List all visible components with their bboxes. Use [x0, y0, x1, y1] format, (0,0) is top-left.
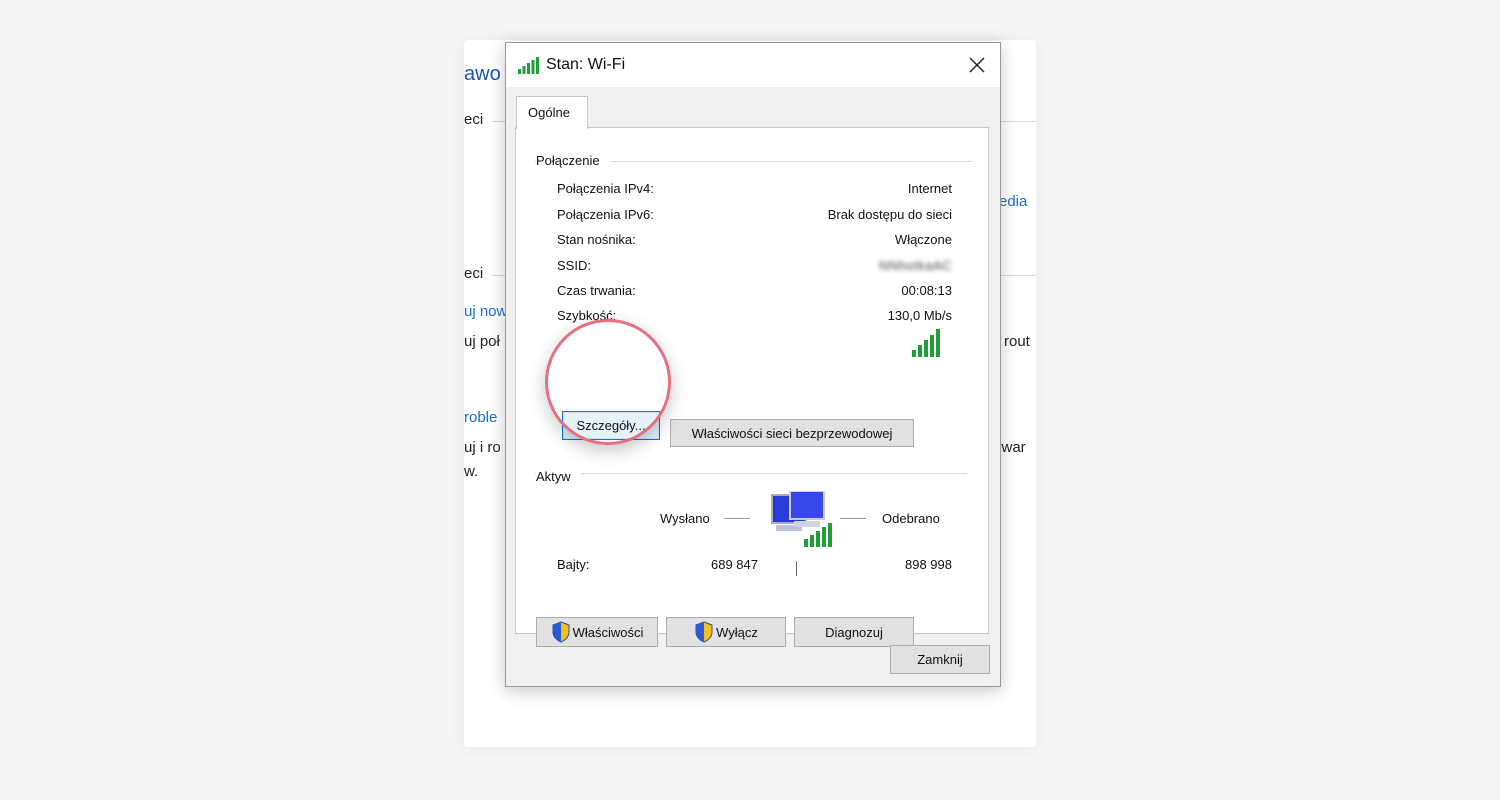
ipv4-value: Internet: [907, 181, 952, 196]
background-text: rout: [1004, 333, 1030, 350]
background-setup-link[interactable]: uj now: [464, 303, 507, 320]
network-computers-icon: [771, 491, 832, 547]
disable-button-label: Wyłącz: [716, 624, 758, 640]
ssid-value-blurred: NNhotkaAC: [878, 258, 952, 273]
close-dialog-button[interactable]: Zamknij: [890, 645, 990, 674]
speed-value: 130,0 Mb/s: [887, 308, 952, 323]
media-state-value: Włączone: [894, 232, 952, 247]
media-state-label: Stan nośnika:: [557, 232, 636, 247]
duration-label: Czas trwania:: [557, 283, 636, 298]
received-connector-line: [840, 518, 866, 519]
background-section-heading: eci: [464, 111, 484, 128]
duration-value: 00:08:13: [901, 283, 952, 298]
background-text: uj poł: [464, 333, 500, 350]
ssid-label: SSID:: [557, 258, 591, 273]
background-divider: [492, 121, 506, 122]
received-label: Odebrano: [882, 511, 940, 526]
background-divider: [1000, 275, 1036, 276]
close-icon[interactable]: [954, 43, 1000, 87]
ipv6-value: Brak dostępu do sieci: [827, 207, 952, 222]
wifi-signal-icon: [518, 57, 539, 74]
properties-button-label: Właściwości: [572, 624, 644, 640]
bytes-label: Bajty:: [557, 557, 590, 572]
wifi-signal-bars-icon: [912, 329, 940, 357]
ipv4-label: Połączenia IPv4:: [557, 181, 654, 196]
activity-divider: [796, 561, 797, 576]
general-tab-panel: Połączenie Połączenia IPv4: Internet Poł…: [515, 127, 989, 647]
speed-label: Szybkość:: [557, 308, 617, 323]
wifi-status-dialog: Stan: Wi-Fi Ogólne Połączenie Połączenia…: [505, 42, 1001, 687]
dialog-titlebar[interactable]: Stan: Wi-Fi: [506, 43, 1000, 87]
uac-shield-icon: [552, 621, 570, 643]
ipv6-label: Połączenia IPv6:: [557, 207, 654, 222]
background-page-title: awo: [464, 63, 501, 85]
diagnose-button[interactable]: Diagnozuj: [794, 617, 914, 647]
details-button[interactable]: Szczegóły...: [562, 411, 660, 440]
tab-general[interactable]: Ogólne: [516, 96, 588, 129]
bytes-sent-value: 689 847: [711, 557, 758, 572]
background-divider: [1000, 121, 1036, 122]
sent-label: Wysłano: [660, 511, 710, 526]
activity-group-heading: Aktyw: [536, 469, 581, 484]
bytes-received-value: 898 998: [905, 557, 952, 572]
disable-button[interactable]: Wyłącz: [666, 617, 786, 647]
background-text: w.: [464, 463, 479, 480]
sent-connector-line: [724, 518, 750, 519]
background-text: uj i ro: [464, 439, 501, 456]
dialog-title: Stan: Wi-Fi: [546, 56, 626, 73]
connection-group-heading: Połączenie: [536, 153, 610, 168]
background-media-link[interactable]: edia: [999, 193, 1027, 210]
background-section-heading: eci: [464, 265, 484, 282]
activity-group-line: [535, 473, 967, 474]
background-divider: [492, 275, 506, 276]
properties-button[interactable]: Właściwości: [536, 617, 658, 647]
close-x-icon: [969, 57, 985, 73]
background-troubleshoot-link[interactable]: roble: [464, 409, 497, 426]
wireless-properties-button[interactable]: Właściwości sieci bezprzewodowej: [670, 419, 914, 447]
uac-shield-icon: [695, 621, 713, 643]
